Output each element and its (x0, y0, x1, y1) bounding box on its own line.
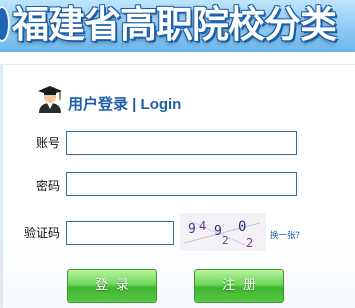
captcha-char: 2 (222, 234, 229, 247)
login-title: 用户登录 | Login (68, 96, 182, 113)
login-button[interactable]: 登录 (67, 269, 157, 303)
password-label: 密码 (36, 179, 61, 193)
register-button[interactable]: 注册 (194, 269, 284, 303)
captcha-char: 0 (238, 219, 246, 235)
graduate-user-icon (36, 85, 64, 115)
captcha-char: 9 (214, 224, 222, 239)
captcha-char: 2 (246, 236, 253, 250)
captcha-label: 验证码 (24, 226, 61, 240)
password-input[interactable] (66, 172, 297, 196)
banner-logo (0, 6, 10, 42)
captcha-input[interactable] (66, 221, 174, 245)
banner-title: 福建省高职院校分类 (12, 3, 337, 46)
captcha-image[interactable]: 9 4 9 2 0 2 (180, 213, 266, 251)
refresh-captcha-link[interactable]: 换一张? (270, 229, 300, 241)
username-label: 账号 (36, 136, 61, 150)
captcha-char: 4 (199, 219, 206, 233)
site-banner: 福建省高职院校分类 (0, 0, 355, 52)
username-input[interactable] (66, 131, 297, 155)
captcha-char: 9 (188, 222, 196, 237)
